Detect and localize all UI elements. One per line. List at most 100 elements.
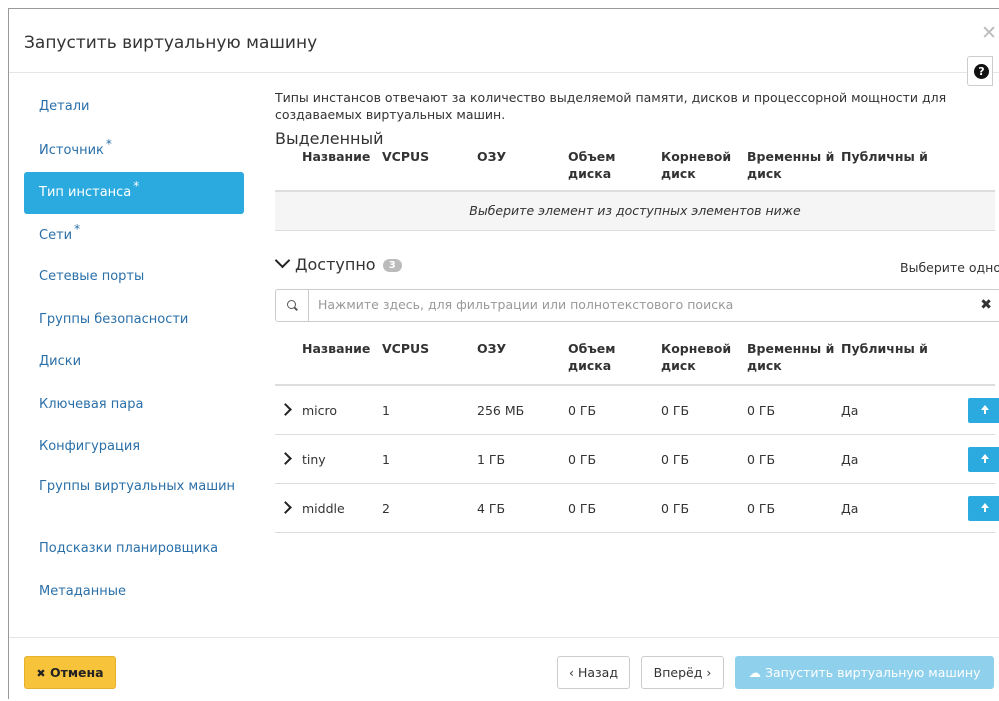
search-input[interactable] (316, 296, 940, 313)
cell-vcpus: 1 (382, 403, 390, 418)
column-header: Объем диска (568, 341, 616, 373)
cell-public: Да (841, 403, 859, 418)
wizard-nav-item[interactable]: Сети * (24, 215, 244, 257)
wizard-nav-item[interactable]: Подсказки планировщика (24, 529, 244, 571)
cell-root: 0 ГБ (661, 403, 690, 418)
allocate-button[interactable] (968, 447, 999, 472)
dialog-footer: ✖ Отмена ‹ Назад Вперёд › ☁ Запустить ви… (9, 637, 999, 701)
column-header: ОЗУ (477, 341, 507, 356)
cell-ephemeral: 0 ГБ (747, 403, 776, 418)
wizard-nav: Детали Источник * Тип инстанса * Сети * Сетевые… (24, 87, 244, 614)
cancel-button[interactable]: ✖ Отмена (24, 656, 116, 689)
required-marker: * (74, 221, 81, 236)
wizard-nav-label: Источник (39, 142, 104, 158)
table-row: micro 1 256 МБ 0 ГБ 0 ГБ 0 ГБ Да (275, 386, 999, 435)
cell-ephemeral: 0 ГБ (747, 501, 776, 516)
wizard-nav-label: Диски (39, 354, 82, 369)
launch-instance-button[interactable]: ☁ Запустить виртуальную машину (735, 656, 994, 689)
next-button[interactable]: Вперёд › (641, 656, 724, 689)
chevron-right-icon (279, 501, 292, 514)
chevron-down-icon (274, 252, 291, 269)
cell-public: Да (841, 501, 859, 516)
column-header: Временны й диск (747, 341, 835, 373)
wizard-nav-label: Тип инстанса (39, 185, 132, 200)
dialog-title: Запустить виртуальную машину (24, 33, 318, 53)
chevron-right-icon (279, 452, 292, 465)
allocate-button[interactable] (968, 398, 999, 423)
allocated-empty-message: Выберите элемент из доступных элементов … (275, 192, 995, 231)
allocate-button[interactable] (968, 496, 999, 521)
allocated-title: Выделенный (275, 129, 384, 148)
arrow-up-icon-stem (984, 507, 986, 512)
cell-ephemeral: 0 ГБ (747, 452, 776, 467)
expand-row-button[interactable] (275, 435, 302, 483)
wizard-nav-label: Детали (39, 99, 90, 114)
chevron-right-icon (279, 403, 292, 416)
allocated-table-header: Название VCPUS ОЗУ Объем диска Корневой диск… (275, 148, 995, 192)
wizard-nav-label: Ключевая пара (39, 396, 144, 412)
cell-public: Да (841, 452, 859, 467)
pick-one-hint: Выберите одно (900, 260, 999, 275)
column-header: Корневой диск (661, 149, 732, 181)
column-header: Название (302, 149, 371, 164)
required-marker: * (133, 179, 140, 193)
available-count-badge: 3 (382, 259, 402, 272)
cloud-upload-icon: ☁ (748, 665, 761, 680)
help-button[interactable]: ? (967, 56, 993, 86)
column-header: Публичны й (841, 149, 928, 164)
arrow-up-icon-stem (984, 409, 986, 414)
column-header: Корневой диск (661, 341, 732, 373)
back-button[interactable]: ‹ Назад (557, 656, 630, 689)
cell-name: tiny (302, 452, 326, 467)
cell-vcpus: 1 (382, 452, 390, 467)
column-header: Название (302, 341, 371, 356)
wizard-nav-item[interactable]: Группы виртуальных машин (24, 470, 244, 529)
instance-type-step: Типы инстансов отвечают за количество вы… (274, 89, 999, 533)
help-icon: ? (974, 64, 989, 79)
table-row: tiny 1 1 ГБ 0 ГБ 0 ГБ 0 ГБ Да (275, 435, 999, 484)
clear-search-icon[interactable]: ✖ (980, 297, 992, 313)
cancel-label: Отмена (49, 665, 104, 680)
wizard-nav-item[interactable]: Сетевые порты (24, 257, 244, 299)
arrow-up-icon-stem (984, 458, 986, 463)
cell-root: 0 ГБ (661, 452, 690, 467)
column-header: Публичны й (841, 341, 928, 356)
expand-row-button[interactable] (275, 484, 302, 532)
available-title: Доступно (295, 255, 376, 274)
wizard-nav-item[interactable]: Тип инстанса * (24, 172, 244, 214)
wizard-nav-item[interactable]: Группы безопасности (24, 300, 244, 342)
wizard-nav-item[interactable]: Ключевая пара (24, 385, 244, 427)
available-toggle[interactable]: Доступно 3 (274, 252, 402, 274)
required-marker: * (105, 136, 112, 151)
cell-ram: 256 МБ (477, 403, 525, 418)
table-row: middle 2 4 ГБ 0 ГБ 0 ГБ 0 ГБ Да (275, 484, 999, 533)
available-table-header: Название VCPUS ОЗУ Объем диска Корневой диск… (275, 340, 995, 386)
close-icon: ✖ (36, 667, 46, 680)
wizard-nav-item[interactable]: Конфигурация (24, 427, 244, 469)
cell-name: micro (302, 403, 338, 418)
filter-search-box: ✖ (275, 289, 999, 322)
wizard-nav-item[interactable]: Диски (24, 342, 244, 384)
wizard-nav-item[interactable]: Источник * (24, 130, 244, 172)
close-icon[interactable]: ✕ (981, 24, 997, 43)
wizard-nav-item[interactable]: Метаданные (24, 572, 244, 614)
wizard-nav-label: Конфигурация (39, 439, 141, 454)
wizard-nav-item[interactable]: Детали (24, 87, 244, 129)
available-table-body: micro 1 256 МБ 0 ГБ 0 ГБ 0 ГБ Да tiny 1 1 ГБ 0 ГБ 0… (275, 386, 999, 533)
cell-name: middle (302, 501, 345, 516)
launch-instance-dialog: Запустить виртуальную машину ✕ Детали Ист… (8, 8, 999, 699)
column-header: ОЗУ (477, 149, 507, 164)
column-header: VCPUS (382, 341, 430, 356)
column-header: Объем диска (568, 149, 616, 181)
wizard-nav-label: Группы безопасности (39, 311, 189, 327)
cell-ram: 4 ГБ (477, 501, 506, 516)
header-spacer (275, 148, 302, 190)
wizard-nav-label: Подсказки планировщика (39, 541, 219, 556)
cell-vcpus: 2 (382, 501, 390, 516)
wizard-nav-label: Сетевые порты (39, 269, 145, 284)
expand-row-button[interactable] (275, 386, 302, 434)
available-header: Доступно 3 Выберите одно (274, 252, 999, 283)
cell-disk: 0 ГБ (568, 501, 597, 516)
cell-disk: 0 ГБ (568, 403, 597, 418)
column-header: VCPUS (382, 149, 430, 164)
